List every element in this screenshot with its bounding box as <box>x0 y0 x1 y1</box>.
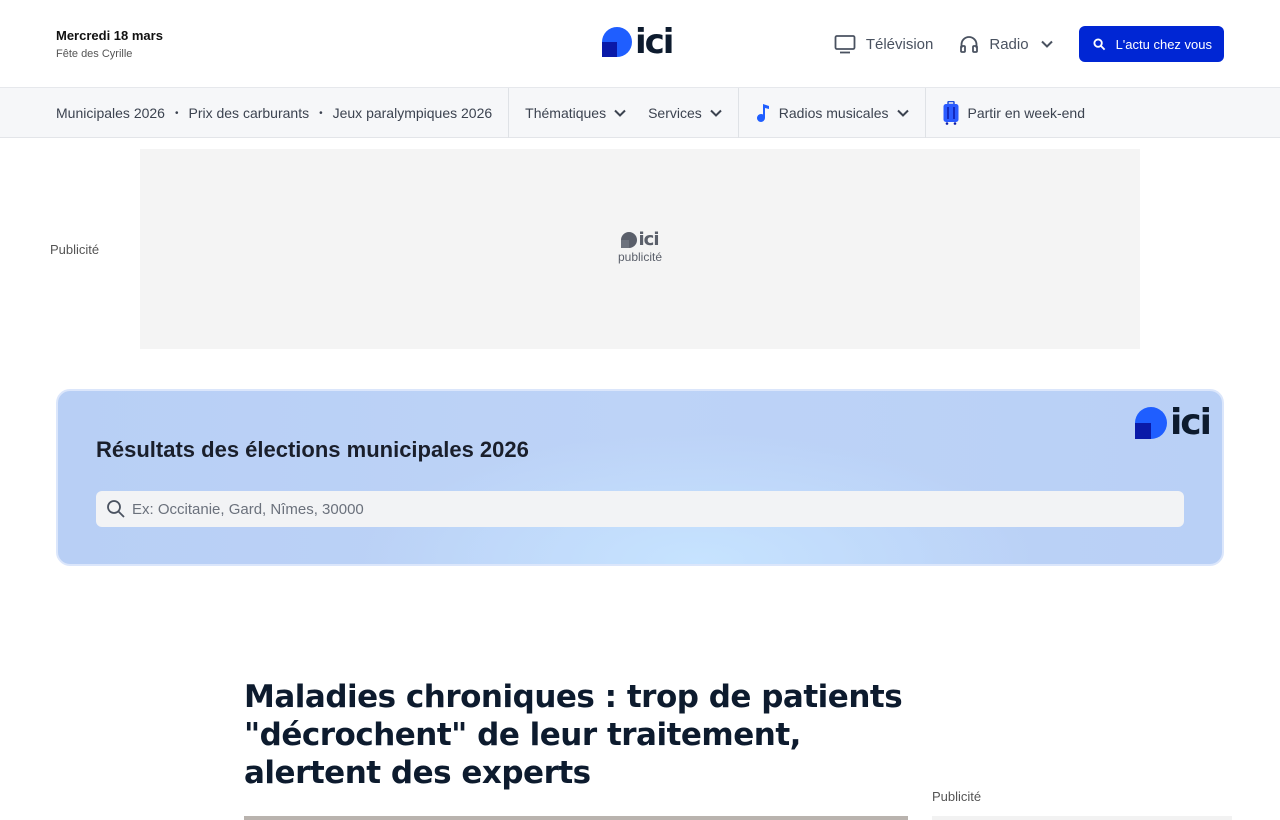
chevron-down-icon <box>614 109 626 117</box>
divider <box>737 88 739 138</box>
subnav-link-carburants[interactable]: Prix des carburants <box>188 105 309 121</box>
nav-radio[interactable]: Radio <box>959 34 1053 54</box>
search-icon <box>107 500 125 518</box>
chevron-down-icon <box>710 109 722 117</box>
elections-logo-text: ici <box>1169 402 1212 443</box>
elections-search-input[interactable] <box>132 500 1132 518</box>
dropdown-radios-musicales[interactable]: Radios musicales <box>755 103 909 123</box>
dropdown-services[interactable]: Services <box>648 105 722 121</box>
bullet-separator: • <box>319 107 323 119</box>
dropdown-services-label: Services <box>648 105 702 121</box>
headphones-icon <box>960 36 979 53</box>
link-partir-weekend[interactable]: Partir en week-end <box>942 101 1086 125</box>
logo-mark-icon <box>602 27 632 57</box>
elections-widget: ici Résultats des élections municipales … <box>56 389 1224 566</box>
ad-banner[interactable]: ici publicité <box>140 149 1140 349</box>
dropdown-radios-label: Radios musicales <box>778 105 889 121</box>
suitcase-icon <box>943 101 958 125</box>
chevron-down-icon <box>1040 40 1053 48</box>
logo-text: ici <box>635 22 674 62</box>
music-note-icon <box>756 104 769 122</box>
article-headline[interactable]: Maladies chroniques : trop de patients "… <box>244 678 924 792</box>
local-news-button-label: L'actu chez vous <box>1115 36 1212 52</box>
elections-title: Résultats des élections municipales 2026 <box>96 437 529 462</box>
local-news-button[interactable]: L'actu chez vous <box>1078 26 1224 62</box>
dropdown-thematiques[interactable]: Thématiques <box>525 105 626 121</box>
dropdown-thematiques-label: Thématiques <box>525 105 607 121</box>
elections-search-box[interactable] <box>96 491 1184 527</box>
site-header: Mercredi 18 mars Fête des Cyrille ici Té… <box>0 0 1280 88</box>
subnav-link-paralympiques[interactable]: Jeux paralympiques 2026 <box>333 105 493 121</box>
link-partir-weekend-label: Partir en week-end <box>967 105 1086 121</box>
ad-logo-subtitle: publicité <box>617 250 663 264</box>
divider <box>508 88 510 138</box>
elections-logo: ici <box>1134 402 1212 443</box>
tv-icon <box>834 35 856 54</box>
date-block: Mercredi 18 mars Fête des Cyrille <box>56 28 163 61</box>
logo-mark-icon <box>621 232 638 248</box>
divider <box>924 88 926 138</box>
ad-logo: ici publicité <box>610 229 670 265</box>
logo-mark-icon <box>1134 407 1167 439</box>
search-icon <box>1093 37 1105 50</box>
article-image[interactable] <box>244 816 908 820</box>
nav-television-label: Télévision <box>865 35 934 53</box>
sidebar-ad-label: Publicité <box>932 789 982 804</box>
bullet-separator: • <box>174 107 179 119</box>
sidebar-ad[interactable] <box>932 816 1232 820</box>
ad-label: Publicité <box>50 242 100 257</box>
header-actions: Télévision Radio L'actu chez vous <box>834 26 1224 62</box>
ad-logo-text: ici <box>638 229 659 250</box>
site-logo[interactable]: ici <box>602 25 682 59</box>
chevron-down-icon <box>896 109 909 117</box>
current-date: Mercredi 18 mars <box>56 28 163 43</box>
saint-of-the-day: Fête des Cyrille <box>56 48 133 60</box>
nav-radio-label: Radio <box>989 35 1029 53</box>
secondary-nav: Municipales 2026 • Prix des carburants •… <box>0 88 1280 138</box>
nav-television[interactable]: Télévision <box>834 34 934 54</box>
subnav-link-municipales[interactable]: Municipales 2026 <box>56 105 165 121</box>
